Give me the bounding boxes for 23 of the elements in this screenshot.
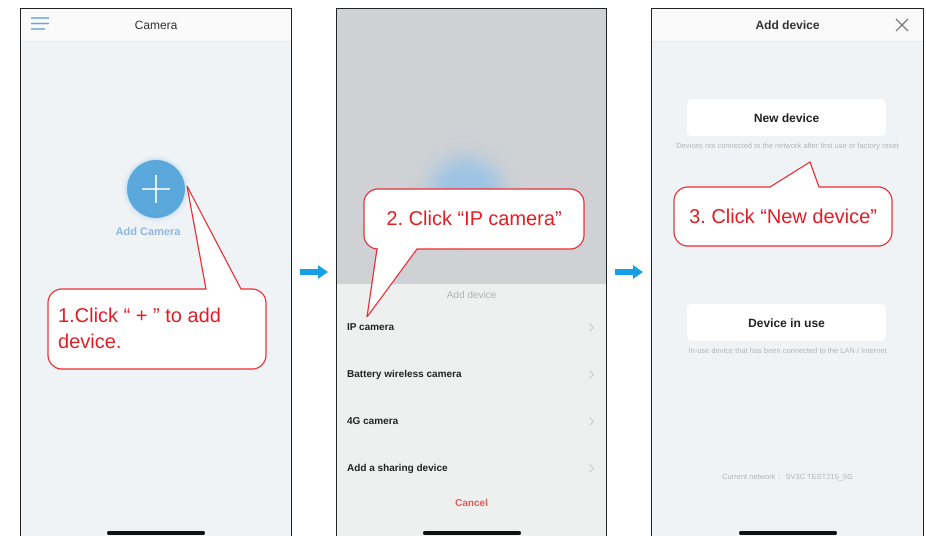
sheet-option[interactable]: IP camera (337, 304, 606, 351)
chevron-icon (589, 370, 594, 379)
sheet-option[interactable]: 4G camera (337, 398, 606, 445)
chevron-icon (589, 464, 594, 473)
chevron-icon (589, 417, 594, 426)
screen-title: Camera (134, 18, 178, 32)
chevron-icon (589, 323, 594, 332)
menu-icon[interactable] (31, 17, 49, 30)
sheet-option[interactable]: Add a sharing device (337, 445, 606, 492)
screen-title: Add device (755, 18, 820, 32)
add-camera-button[interactable] (127, 160, 185, 218)
close-icon[interactable] (895, 18, 909, 32)
arrow-icon (300, 265, 328, 279)
callout-text: 3. Click “New device” (689, 204, 877, 230)
callout-text: 1.Click “ + ” to add device. (58, 304, 222, 355)
arrow-icon (615, 265, 643, 279)
sheet-title: Add device (446, 289, 498, 303)
add-camera-label: Add Camera (116, 226, 180, 238)
plus-icon (141, 174, 171, 204)
sheet-option[interactable]: Battery wireless camera (337, 351, 606, 398)
option-card[interactable]: New device (687, 99, 886, 136)
option-card[interactable]: Device in use (687, 304, 886, 341)
callout-text: 2. Click “IP camera” (386, 207, 562, 232)
